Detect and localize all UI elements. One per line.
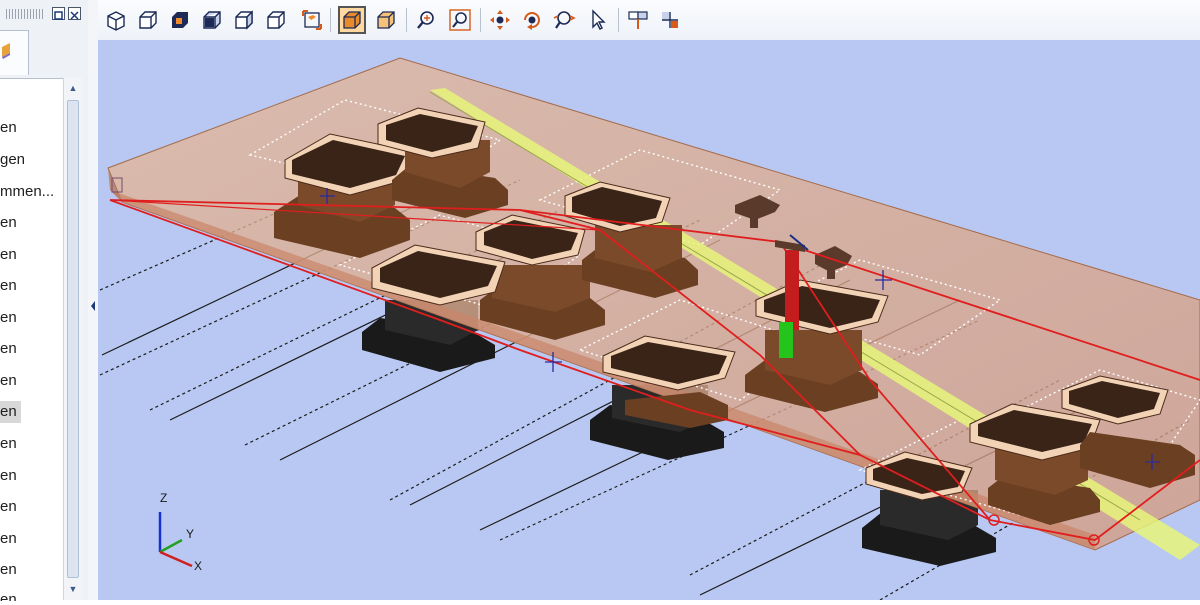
tree-item[interactable]: en [0, 212, 21, 234]
toolbar-separator [618, 8, 619, 32]
close-icon[interactable] [68, 7, 81, 20]
restore-icon[interactable] [52, 7, 65, 20]
pan-icon[interactable] [486, 6, 514, 34]
view-right-icon[interactable] [262, 6, 290, 34]
tree-item[interactable]: en [0, 307, 21, 329]
select-pointer-icon[interactable] [584, 6, 612, 34]
zoom-window-icon[interactable] [446, 6, 474, 34]
toolbar-separator [480, 8, 481, 32]
axis-x-label: X [194, 559, 202, 573]
view-front-icon[interactable] [134, 6, 162, 34]
section-icon[interactable] [624, 6, 652, 34]
toolbar-separator [330, 8, 331, 32]
collapse-arrow-icon[interactable] [91, 301, 95, 311]
view-iso-icon[interactable] [102, 6, 130, 34]
view-left-icon[interactable] [230, 6, 258, 34]
rotate-icon[interactable] [518, 6, 546, 34]
tree-item[interactable]: en [0, 117, 21, 139]
view-solid-icon[interactable] [338, 6, 366, 34]
cad-viewport[interactable]: Z Y X [98, 40, 1200, 600]
axis-x-line [159, 550, 193, 568]
scroll-up-icon[interactable]: ▲ [66, 81, 80, 95]
tree-item[interactable]: en [0, 275, 21, 297]
tree-item[interactable]: mmen... [0, 181, 58, 203]
scroll-thumb[interactable] [67, 100, 79, 578]
tree-item[interactable]: gen [0, 149, 29, 171]
view-fit-icon[interactable] [298, 6, 326, 34]
panel-tab[interactable] [0, 30, 29, 75]
grip-handle[interactable] [6, 9, 44, 19]
tree-item[interactable]: en [0, 465, 21, 487]
view-back-icon[interactable] [198, 6, 226, 34]
zoom-icon[interactable] [412, 6, 440, 34]
axis-y-line [159, 538, 183, 554]
axis-z-label: Z [160, 491, 167, 505]
tree-item[interactable]: en [0, 589, 21, 601]
axis-y-label: Y [186, 527, 194, 541]
tree-item[interactable]: en [0, 244, 21, 266]
panel-titlebar [0, 0, 88, 30]
cad-scene: Z Y X [99, 57, 1200, 600]
feature-tree: en gen mmen... en en en en en en en en e… [0, 78, 64, 601]
view-shaded-icon[interactable] [166, 6, 194, 34]
folder-icon [2, 43, 10, 59]
panel-splitter[interactable] [88, 0, 98, 600]
tree-item[interactable]: en [0, 338, 21, 360]
tree-item[interactable]: en [0, 496, 21, 518]
split-icon[interactable] [656, 6, 684, 34]
tree-item[interactable]: en [0, 370, 21, 392]
scroll-down-icon[interactable]: ▼ [66, 582, 80, 596]
tree-item[interactable]: en [0, 559, 21, 581]
tree-item[interactable]: en [0, 528, 21, 550]
view-transparent-icon[interactable] [372, 6, 400, 34]
tree-item-selected[interactable]: en [0, 401, 21, 423]
view-toolbar [98, 0, 1200, 41]
left-panel: en gen mmen... en en en en en en en en e… [0, 0, 89, 601]
tree-scrollbar[interactable]: ▲ ▼ [63, 78, 82, 600]
zoom-dynamic-icon[interactable] [550, 6, 578, 34]
toolbar-separator [406, 8, 407, 32]
axis-triad: Z Y X [158, 491, 202, 573]
tree-item[interactable]: en [0, 433, 21, 455]
